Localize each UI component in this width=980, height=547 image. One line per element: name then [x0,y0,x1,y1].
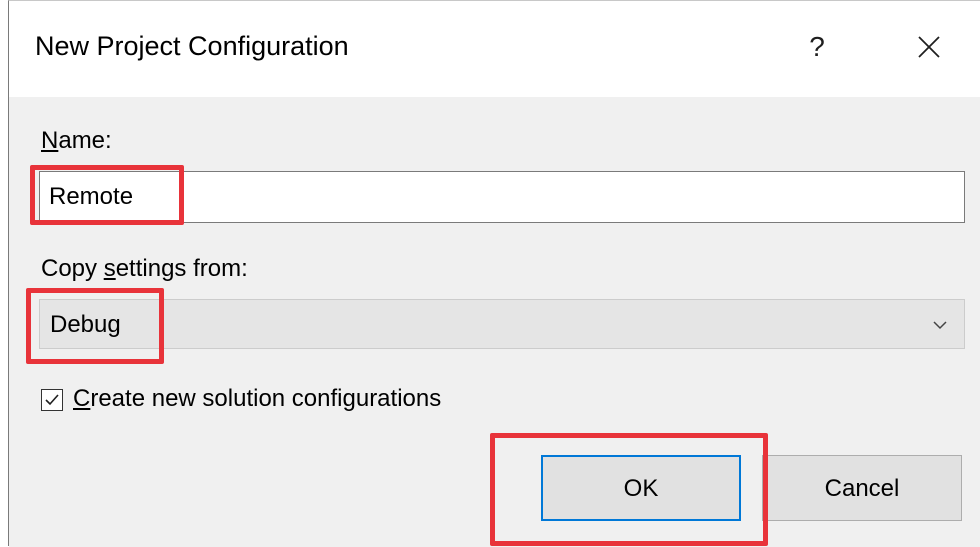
copy-settings-label: Copy settings from: [41,255,248,283]
dialog-titlebar: New Project Configuration ? [9,1,980,97]
copy-settings-dropdown[interactable]: Debug [39,299,965,349]
new-project-configuration-dialog: New Project Configuration ? Name: Copy s… [8,0,980,547]
name-label-accesskey: N [41,127,59,154]
create-solution-configs-label[interactable]: Create new solution configurations [73,385,441,413]
dialog-title: New Project Configuration [35,31,349,61]
copy-label-accesskey: s [103,255,116,282]
copy-settings-value: Debug [50,311,121,338]
checkbox-label-text: reate new solution configurations [90,385,442,412]
name-label: Name: [41,127,112,155]
create-solution-configs-checkbox[interactable] [41,389,63,411]
cancel-button[interactable]: Cancel [762,455,962,521]
ok-button[interactable]: OK [541,455,741,521]
copy-label-prefix: Copy [41,255,104,282]
close-button[interactable] [909,27,949,67]
checkmark-icon [45,394,59,406]
chevron-down-icon [933,321,947,330]
name-input[interactable] [39,171,965,223]
checkbox-label-accesskey: C [73,385,91,412]
copy-label-text: ettings from: [115,255,248,282]
dialog-body: Name: Copy settings from: Debug Create n… [9,97,980,547]
name-label-text: ame: [58,127,112,154]
close-icon [918,36,940,58]
help-button[interactable]: ? [797,25,837,69]
